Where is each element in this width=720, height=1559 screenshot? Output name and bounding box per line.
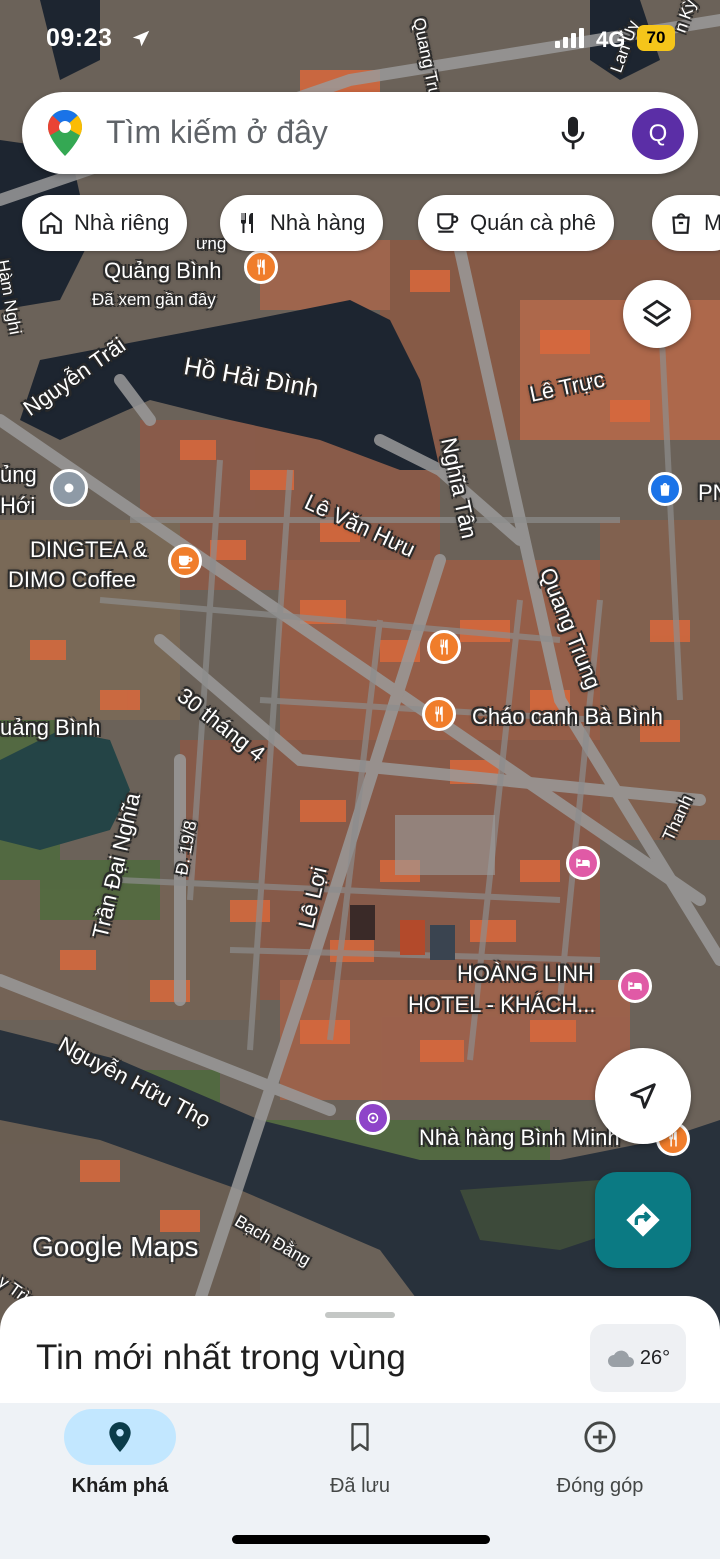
tab-saved-indicator xyxy=(304,1409,416,1465)
chip-label: Nhà hàng xyxy=(270,210,366,235)
layers-button[interactable] xyxy=(623,280,691,348)
clock: 09:23 xyxy=(46,24,113,52)
restaurant-icon xyxy=(241,213,253,233)
chip-coffee[interactable]: Quán cà phê xyxy=(418,195,614,251)
hotel-pin[interactable] xyxy=(618,969,652,1003)
restaurant-pin[interactable] xyxy=(422,697,456,731)
search-bar[interactable]: Tìm kiếm ở đây Q xyxy=(22,92,698,174)
temperature: 26° xyxy=(639,1346,671,1369)
chip-label: M xyxy=(704,210,720,235)
tab-label: Đóng góp xyxy=(556,1475,644,1497)
bed-icon xyxy=(576,858,590,868)
navigation-arrow-icon xyxy=(630,1083,656,1109)
place-label: uảng Bình xyxy=(0,715,101,740)
tab-contribute[interactable]: Đóng góp xyxy=(480,1403,720,1513)
tab-explore[interactable]: Khám phá xyxy=(0,1403,240,1513)
cafe-pin[interactable] xyxy=(168,544,202,578)
tab-saved[interactable]: Đã lưu xyxy=(240,1403,480,1513)
tab-label: Khám phá xyxy=(71,1475,169,1497)
coffee-icon xyxy=(179,555,193,569)
home-indicator[interactable] xyxy=(232,1535,490,1544)
place-label[interactable]: HOÀNG LINH xyxy=(457,961,594,987)
tab-label: Đã lưu xyxy=(329,1475,391,1497)
network-type: 4G xyxy=(596,27,626,52)
bookmark-icon xyxy=(351,1422,369,1452)
coffee-icon xyxy=(437,213,459,233)
google-maps-watermark: Google Maps xyxy=(32,1231,199,1262)
directions-icon xyxy=(626,1203,660,1237)
location-pin[interactable] xyxy=(50,469,88,507)
battery-indicator: 70 xyxy=(637,25,675,51)
shopping-bag-icon xyxy=(672,213,690,234)
restaurant-icon xyxy=(435,706,443,722)
bed-icon xyxy=(628,981,642,991)
place-label[interactable]: Nhà hàng Bình Minh xyxy=(419,1125,620,1151)
tab-contribute-indicator xyxy=(544,1409,656,1465)
layers-icon xyxy=(642,299,672,327)
chip-shopping[interactable]: M xyxy=(652,195,720,251)
status-bar: 09:23 4G 70 xyxy=(0,0,720,78)
chip-label: Nhà riêng xyxy=(74,210,170,235)
sheet-drag-handle[interactable] xyxy=(325,1312,395,1318)
place-label[interactable]: PN xyxy=(698,480,720,506)
microphone-icon[interactable] xyxy=(558,114,588,152)
restaurant-pin[interactable] xyxy=(427,630,461,664)
account-avatar[interactable]: Q xyxy=(632,108,684,160)
sheet-title: Tin mới nhất trong vùng xyxy=(36,1338,406,1377)
chip-label: Quán cà phê xyxy=(470,210,596,235)
weather-chip[interactable]: 26° xyxy=(590,1324,686,1392)
shopping-pin[interactable] xyxy=(648,472,682,506)
chip-restaurants[interactable]: Nhà hàng xyxy=(220,195,384,251)
place-label[interactable]: HOTEL - KHÁCH... xyxy=(408,992,595,1018)
restaurant-pin[interactable] xyxy=(244,250,278,284)
bottom-sheet[interactable]: Tin mới nhất trong vùng 26° xyxy=(0,1296,720,1416)
add-circle-icon xyxy=(584,1421,616,1453)
signal-icon xyxy=(555,28,584,48)
place-label[interactable]: DIMO Coffee xyxy=(8,567,136,593)
place-label[interactable]: Cháo canh Bà Bình xyxy=(472,704,663,730)
shopping-bag-icon xyxy=(660,483,670,496)
explore-pin-icon xyxy=(109,1422,131,1452)
directions-button[interactable] xyxy=(595,1172,691,1268)
tab-explore-indicator xyxy=(64,1409,176,1465)
category-chips: Nhà riêng Nhà hàng Quán cà phê M xyxy=(22,195,720,251)
cloud-icon xyxy=(607,1350,634,1367)
dot-icon xyxy=(64,483,74,493)
place-label: ủng xyxy=(0,462,37,487)
home-icon xyxy=(40,211,62,234)
chip-home[interactable]: Nhà riêng xyxy=(22,195,188,251)
place-label[interactable]: DINGTEA & xyxy=(30,537,147,563)
google-maps-logo-icon xyxy=(48,110,82,156)
restaurant-icon xyxy=(440,639,448,655)
location-arrow-icon xyxy=(132,30,150,47)
hotel-pin[interactable] xyxy=(566,846,600,880)
restaurant-icon xyxy=(257,259,265,275)
attraction-icon xyxy=(367,1112,379,1124)
place-label[interactable]: Quảng Bình xyxy=(104,258,221,284)
my-location-button[interactable] xyxy=(595,1048,691,1144)
attraction-pin[interactable] xyxy=(356,1101,390,1135)
recently-viewed-label: Đã xem gần đây xyxy=(92,290,216,309)
search-input[interactable]: Tìm kiếm ở đây xyxy=(106,114,328,151)
place-label: Hới xyxy=(0,493,36,518)
